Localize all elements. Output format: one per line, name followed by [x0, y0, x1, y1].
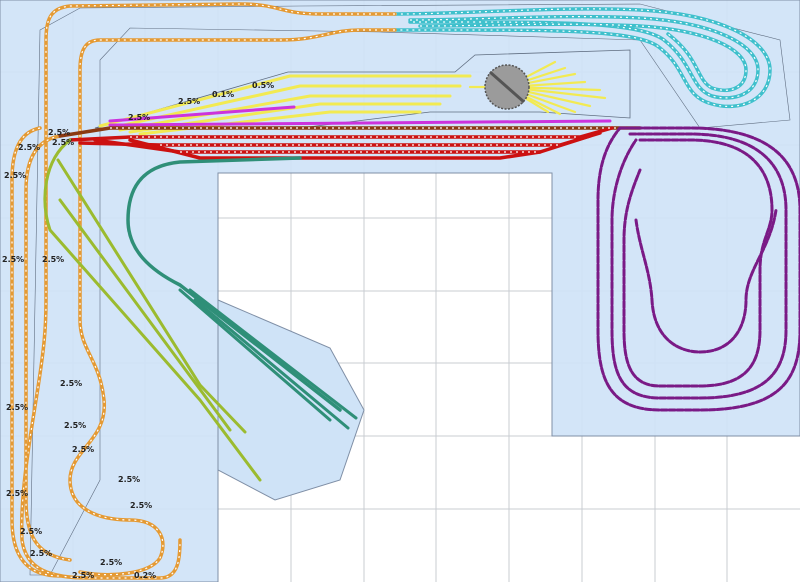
grade-label: 2.5%	[20, 527, 42, 536]
grade-label: 2.5%	[130, 501, 152, 510]
grade-label: 0.1%	[212, 90, 234, 99]
turntable-icon[interactable]	[484, 64, 530, 110]
grade-label: 2.5%	[18, 143, 40, 152]
grade-label: 2.5%	[52, 138, 74, 147]
grade-label: 0.2%	[134, 571, 156, 580]
grade-label: 2.5%	[4, 171, 26, 180]
grade-label: 2.5%	[178, 97, 200, 106]
grade-label: 2.5%	[6, 403, 28, 412]
grade-label: 2.5%	[48, 128, 70, 137]
grade-label: 0.5%	[252, 81, 274, 90]
grade-label: 2.5%	[60, 379, 82, 388]
grade-label: 2.5%	[72, 571, 94, 580]
grade-label: 2.5%	[100, 558, 122, 567]
grade-label: 2.5%	[72, 445, 94, 454]
grade-label: 2.5%	[42, 255, 64, 264]
grade-label: 2.5%	[30, 549, 52, 558]
grade-label: 2.5%	[64, 421, 86, 430]
grade-label: 2.5%	[128, 113, 150, 122]
grade-label: 2.5%	[6, 489, 28, 498]
grade-label: 2.5%	[2, 255, 24, 264]
grade-label: 2.5%	[118, 475, 140, 484]
track-plan: 2.5% 2.5% 2.5% 2.5% 2.5% 2.5% 2.5% 2.5% …	[0, 0, 800, 582]
